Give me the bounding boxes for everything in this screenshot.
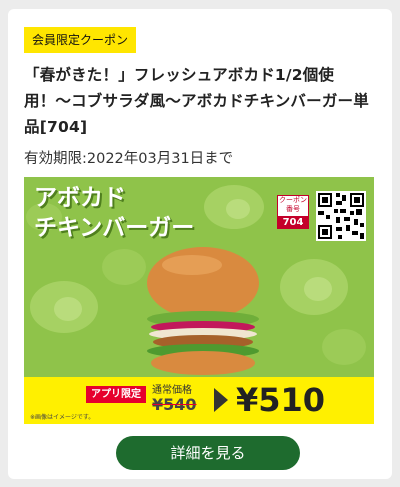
coupon-number: 704 (278, 216, 308, 229)
coupon-title: 「春がきた！」フレッシュアボカド1/2個使用！〜コブサラダ風〜アボカドチキンバー… (24, 66, 369, 136)
coupon-price: ¥510 (236, 381, 326, 419)
coupon-number-label: クーポン番号 (279, 196, 307, 213)
regular-price-label: 通常価格 (152, 385, 192, 396)
regular-price: ¥540 (152, 395, 197, 414)
product-name-line2: チキンバーガー (34, 215, 195, 241)
coupon-banner-image: アボカド チキンバーガー クーポン番号 704 アプリ限定 通常価格 ¥540 … (24, 177, 374, 424)
coupon-card[interactable]: 会員限定クーポン 「春がきた！」フレッシュアボカド1/2個使用！〜コブサラダ風〜… (8, 9, 392, 479)
view-details-button[interactable]: 詳細を見る (116, 436, 300, 470)
burger-image (147, 247, 259, 375)
expiry-date: 有効期限:2022年03月31日まで (24, 151, 234, 167)
coupon-number-tag: クーポン番号 704 (277, 195, 309, 229)
price-bar: アプリ限定 通常価格 ¥540 ¥510 ※画像はイメージです。 (24, 377, 374, 424)
product-name-line1: アボカド (34, 185, 126, 211)
app-only-badge: アプリ限定 (86, 386, 146, 403)
member-only-badge: 会員限定クーポン (24, 27, 137, 53)
product-name-heading: アボカド チキンバーガー (34, 183, 194, 243)
image-disclaimer: ※画像はイメージです。 (30, 414, 95, 421)
qr-code-icon (316, 191, 366, 241)
arrow-right-icon (214, 388, 228, 412)
